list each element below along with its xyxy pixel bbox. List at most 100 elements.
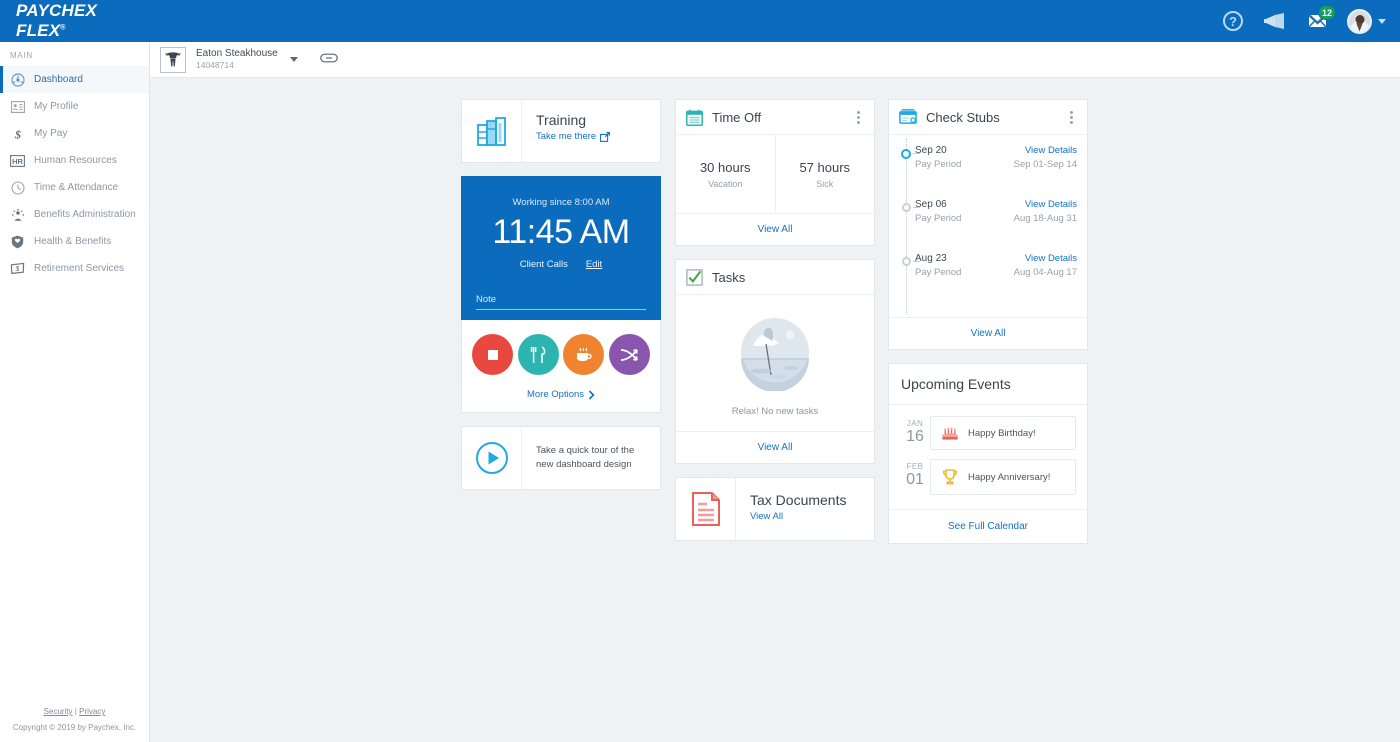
- privacy-link[interactable]: Privacy: [79, 707, 105, 716]
- sidebar-item-my-pay[interactable]: $ My Pay: [0, 120, 149, 147]
- hr-badge-icon: HR: [10, 153, 25, 168]
- coffee-cup-icon: [576, 347, 592, 361]
- sidebar-item-label: My Pay: [34, 128, 68, 139]
- brand-logo[interactable]: PAYCHEX FLEX®: [0, 0, 150, 42]
- break-button[interactable]: [563, 334, 605, 375]
- footer-separator: |: [74, 707, 77, 716]
- entry-top-row: Sep 06 View Details: [915, 199, 1077, 210]
- training-card[interactable]: Training Take me there: [461, 99, 661, 163]
- sidebar: MAIN Dashboard My Profile $ My Pay HR Hu…: [0, 42, 150, 742]
- meal-button[interactable]: [517, 334, 559, 375]
- tax-documents-tile: Tax Documents View All: [676, 478, 874, 540]
- event-item-anniversary[interactable]: Happy Anniversary!: [930, 459, 1076, 495]
- svg-text:$: $: [15, 265, 20, 273]
- brand-name: PAYCHEX FLEX®: [16, 1, 98, 40]
- transfer-button[interactable]: [608, 334, 650, 375]
- announcements-button[interactable]: [1263, 9, 1287, 33]
- check-stubs-card: Check Stubs Sep 20 View Details Pay Peri…: [888, 99, 1088, 350]
- sidebar-item-label: Retirement Services: [34, 263, 125, 274]
- top-bar: PAYCHEX FLEX® ? 12: [0, 0, 1400, 42]
- sidebar-item-health-benefits[interactable]: Health & Benefits: [0, 228, 149, 255]
- training-link[interactable]: Take me there: [536, 131, 611, 142]
- company-dropdown-button[interactable]: [289, 57, 298, 62]
- security-link[interactable]: Security: [44, 707, 73, 716]
- note-input[interactable]: [476, 294, 646, 310]
- company-id: 14048714: [196, 60, 234, 71]
- messages-badge: 12: [1317, 5, 1336, 20]
- play-circle-icon[interactable]: [462, 427, 522, 489]
- sidebar-item-label: Health & Benefits: [34, 236, 112, 247]
- view-details-link[interactable]: View Details: [1025, 145, 1077, 156]
- sidebar-item-time-attendance[interactable]: Time & Attendance: [0, 174, 149, 201]
- view-details-link[interactable]: View Details: [1025, 253, 1077, 264]
- messages-button[interactable]: 12: [1305, 5, 1336, 33]
- link-chain-icon[interactable]: [319, 51, 338, 69]
- sidebar-item-retirement-services[interactable]: $ Retirement Services: [0, 255, 149, 282]
- checkbox-check-icon: [686, 268, 703, 286]
- timeline-dash: [913, 261, 920, 262]
- time-off-header: Time Off: [676, 100, 874, 135]
- event-row: FEB 01 Happy Anniversary!: [900, 459, 1076, 495]
- dashboard-column-right: Check Stubs Sep 20 View Details Pay Peri…: [888, 99, 1088, 557]
- svg-text:HR: HR: [12, 156, 23, 165]
- edit-activity-button[interactable]: Edit: [586, 259, 602, 270]
- sidebar-item-label: My Profile: [34, 101, 79, 112]
- check-stub-entry[interactable]: Sep 20 View Details Pay Period Sep 01-Se…: [901, 145, 1077, 199]
- current-activity: Client Calls: [519, 259, 568, 270]
- more-options-label: More Options: [526, 389, 585, 400]
- check-date: Sep 20: [915, 145, 947, 156]
- stop-button[interactable]: [472, 334, 513, 375]
- clock-icon: [10, 180, 25, 195]
- sidebar-item-benefits-administration[interactable]: Benefits Administration: [0, 201, 149, 228]
- sidebar-item-my-profile[interactable]: My Profile: [0, 93, 149, 120]
- time-off-view-all-link[interactable]: View All: [758, 224, 793, 235]
- time-clock-widget: Working since 8:00 AM 11:45 AM Client Ca…: [461, 176, 661, 413]
- working-since-label: Working since 8:00 AM: [512, 197, 610, 208]
- stat-label: Vacation: [708, 178, 743, 189]
- retirement-money-icon: $: [10, 261, 25, 276]
- event-date: FEB 01: [900, 459, 930, 495]
- topbar-actions: ? 12: [1221, 5, 1400, 34]
- event-text: Happy Anniversary!: [968, 471, 1051, 483]
- tax-documents-card[interactable]: Tax Documents View All: [675, 477, 875, 541]
- tax-documents-view-all-link[interactable]: View All: [750, 511, 846, 522]
- upcoming-events-footer: See Full Calendar: [889, 509, 1087, 543]
- copyright-text: Copyright © 2019 by Paychex, Inc.: [12, 723, 137, 732]
- steakhouse-logo: [160, 46, 186, 73]
- timeline-rail: [906, 139, 907, 313]
- sidebar-item-label: Time & Attendance: [34, 182, 119, 193]
- dashboard-tour-card[interactable]: Take a quick tour of the new dashboard d…: [461, 426, 661, 490]
- check-stub-entry[interactable]: Sep 06 View Details Pay Period Aug 18-Au…: [902, 199, 1077, 253]
- entry-top-row: Aug 23 View Details: [915, 253, 1077, 264]
- help-circle-icon: ?: [1223, 11, 1243, 31]
- time-off-kebab-menu-icon[interactable]: [853, 107, 864, 128]
- event-item-birthday[interactable]: Happy Birthday!: [930, 416, 1076, 450]
- tasks-view-all-link[interactable]: View All: [758, 442, 793, 453]
- tour-tile: Take a quick tour of the new dashboard d…: [462, 427, 660, 489]
- dollar-sign-icon: $: [10, 126, 25, 141]
- sidebar-item-dashboard[interactable]: Dashboard: [0, 66, 149, 93]
- training-link-label: Take me there: [536, 131, 597, 142]
- tasks-footer: View All: [676, 431, 874, 463]
- timeline-dash: [913, 207, 920, 208]
- more-options-button[interactable]: More Options: [472, 375, 650, 412]
- activity-row: Client Calls Edit: [476, 259, 646, 270]
- entry-top-row: Sep 20 View Details: [915, 145, 1077, 156]
- help-button[interactable]: ?: [1221, 9, 1245, 33]
- timeline-dash: [913, 153, 920, 154]
- check-stubs-view-all-link[interactable]: View All: [971, 328, 1006, 339]
- view-details-link[interactable]: View Details: [1025, 199, 1077, 210]
- pay-period-range: Aug 18-Aug 31: [1013, 213, 1077, 224]
- profile-menu-button[interactable]: [1347, 8, 1386, 34]
- pay-period-range: Sep 01-Sep 14: [1013, 159, 1077, 170]
- pay-period-range: Aug 04-Aug 17: [1013, 267, 1077, 278]
- see-full-calendar-link[interactable]: See Full Calendar: [948, 521, 1028, 532]
- check-stubs-kebab-menu-icon[interactable]: [1066, 107, 1077, 128]
- benefits-gear-icon: [10, 207, 25, 222]
- sidebar-item-human-resources[interactable]: HR Human Resources: [0, 147, 149, 174]
- check-card-icon: [899, 109, 917, 124]
- shuffle-arrows-icon: [621, 348, 639, 361]
- stop-square-icon: [487, 349, 498, 360]
- check-stub-entry[interactable]: Aug 23 View Details Pay Period Aug 04-Au…: [902, 253, 1077, 307]
- id-card-icon: [10, 99, 25, 114]
